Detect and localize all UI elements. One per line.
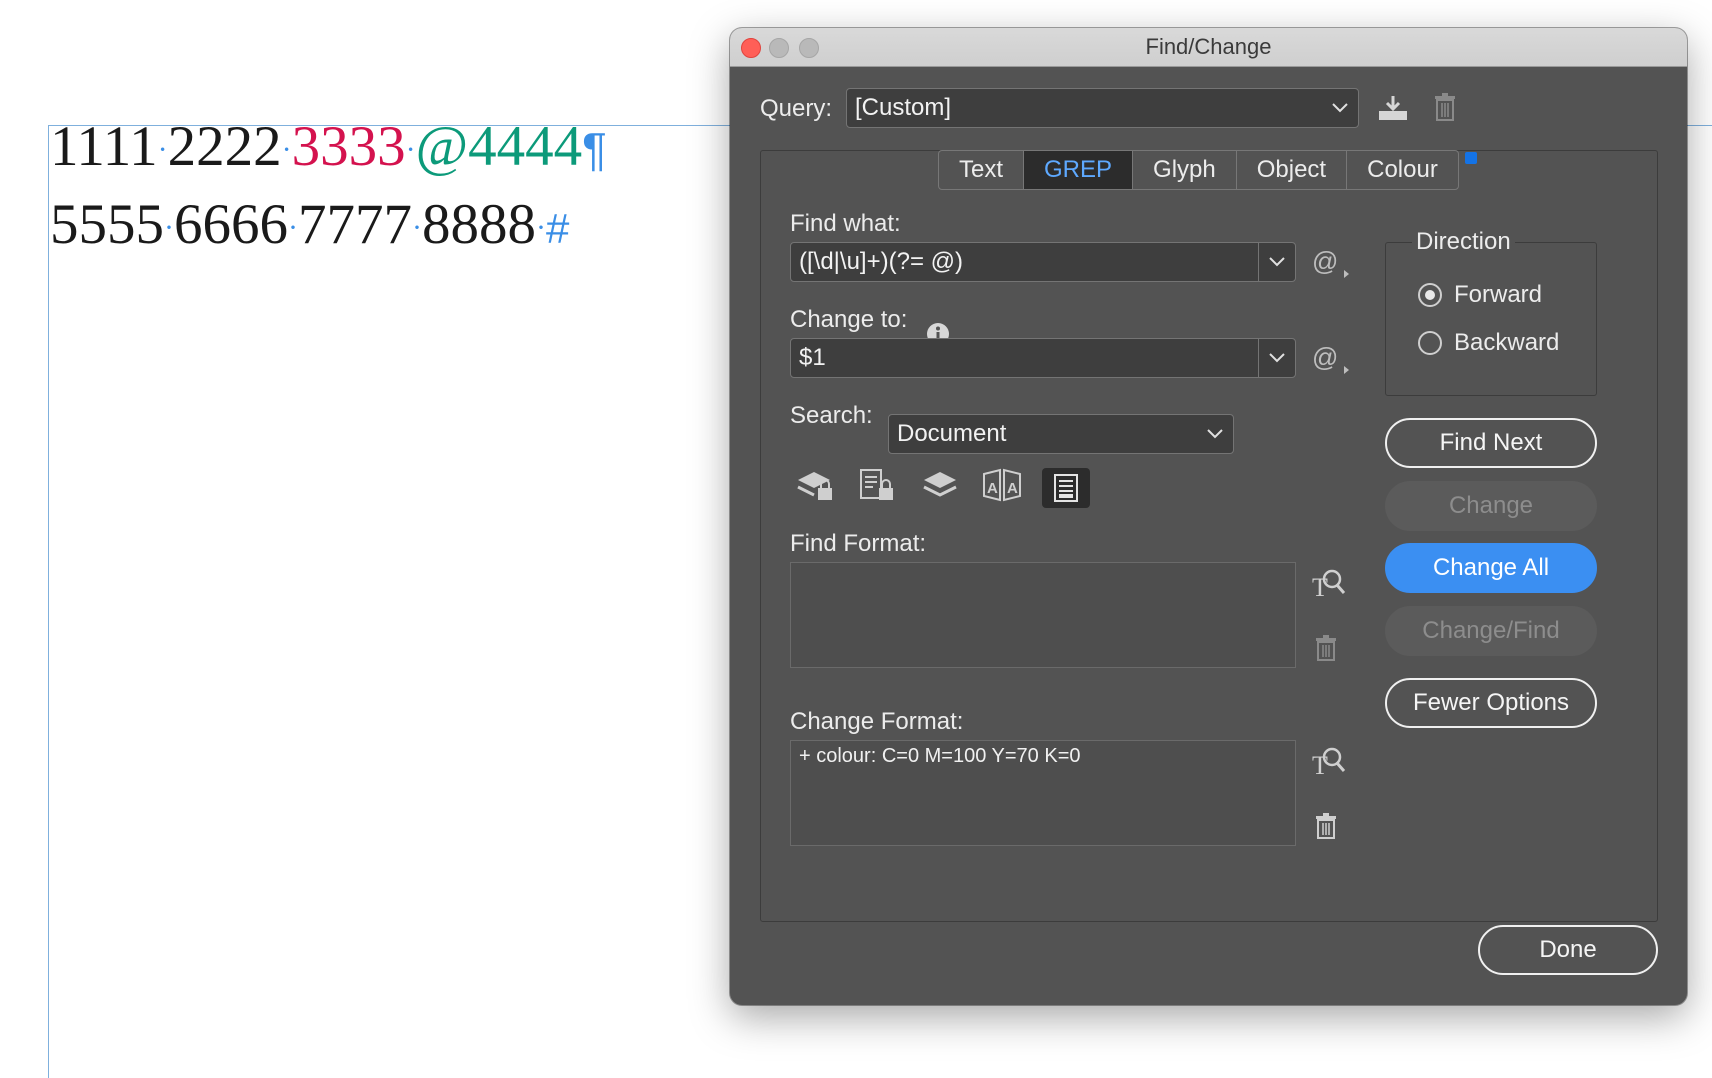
find-next-button[interactable]: Find Next [1385,418,1597,468]
backward-label[interactable]: Backward [1454,329,1559,357]
svg-text:@: @ [1312,342,1338,372]
title-bar[interactable]: Find/Change [730,28,1687,67]
document-text-line-2[interactable]: 5555·6666·7777·8888·# [50,196,569,253]
include-locked-layers-icon[interactable] [796,468,836,511]
direction-group [1385,242,1597,396]
text-run: 7777 [298,193,412,256]
save-query-icon[interactable] [1377,94,1409,129]
space-marker: · [536,211,546,244]
special-characters-change-icon[interactable]: @ [1312,342,1352,381]
include-locked-stories-icon[interactable] [858,468,898,511]
text-run: 3333 [291,115,406,178]
pilcrow-marker: ¶ [582,123,607,175]
change-format-label: Change Format: [790,708,964,735]
space-marker: · [412,211,422,244]
include-hidden-layers-icon[interactable] [920,468,960,511]
find-what-value: ([\d|\u]+)(?= @) [799,248,963,275]
direction-label: Direction [1412,228,1515,256]
chevron-down-icon [1269,353,1285,363]
tab-text[interactable]: Text [939,151,1025,189]
search-scope-value: Document [897,420,1007,447]
query-select[interactable]: [Custom] [846,88,1359,128]
space-marker: · [164,211,174,244]
space-marker: · [281,133,292,166]
text-run: 8888 [422,193,536,256]
change-to-value: $1 [799,344,826,371]
find-what-history-dropdown[interactable] [1258,243,1295,281]
tab-object[interactable]: Object [1237,151,1348,189]
include-footnotes-icon[interactable] [1042,468,1090,508]
svg-text:@: @ [1312,246,1338,276]
colour-swatch-indicator [1465,152,1477,164]
change-button[interactable]: Change [1385,481,1597,531]
specify-find-format-icon[interactable]: T [1310,566,1346,607]
clear-change-format-icon[interactable] [1315,812,1337,847]
text-run: 5555 [50,193,164,256]
query-value: [Custom] [855,94,952,121]
tab-colour[interactable]: Colour [1347,151,1458,189]
svg-text:T: T [1312,573,1328,600]
forward-radio[interactable] [1418,283,1442,307]
find-format-box[interactable] [790,562,1296,668]
change-to-input[interactable]: $1 [790,338,1296,378]
chevron-down-icon [1322,89,1358,127]
search-scope-select[interactable]: Document [888,414,1234,454]
space-marker: · [288,211,298,244]
change-format-box[interactable]: + colour: C=0 M=100 Y=70 K=0 [790,740,1296,846]
change-find-button[interactable]: Change/Find [1385,606,1597,656]
chevron-down-icon [1269,257,1285,267]
chevron-down-icon [1197,415,1233,453]
query-label: Query: [760,95,833,122]
forward-label[interactable]: Forward [1454,281,1542,309]
find-format-label: Find Format: [790,530,927,557]
search-type-tabs: Text GREP Glyph Object Colour [938,150,1459,190]
backward-radio[interactable] [1418,331,1442,355]
change-all-button[interactable]: Change All [1385,543,1597,593]
text-run: @4444 [415,115,583,178]
tab-grep[interactable]: GREP [1024,151,1134,189]
page-margin-vertical [48,125,49,1078]
space-marker: · [157,133,168,166]
clear-find-format-icon[interactable] [1315,634,1337,669]
text-run: 6666 [174,193,288,256]
delete-query-icon[interactable] [1434,92,1456,129]
special-characters-find-icon[interactable]: @ [1312,246,1352,285]
change-to-label: Change to: [790,306,908,333]
end-of-story-marker: # [546,205,570,252]
svg-text:A: A [1007,480,1018,497]
fewer-options-button[interactable]: Fewer Options [1385,678,1597,728]
find-what-label: Find what: [790,210,901,237]
change-to-history-dropdown[interactable] [1258,339,1295,377]
svg-text:A: A [987,480,998,497]
space-marker: · [405,133,416,166]
svg-text:T: T [1312,751,1328,778]
text-run: 1111 [50,115,158,178]
document-text-line-1[interactable]: 1111·2222·3333·@4444¶ [50,118,607,175]
find-what-input[interactable]: ([\d|\u]+)(?= @) [790,242,1296,282]
specify-change-format-icon[interactable]: T [1310,744,1346,785]
search-label: Search: [790,402,873,429]
dialog-title: Find/Change [1145,34,1272,59]
text-run: 2222 [167,115,282,178]
done-button[interactable]: Done [1478,925,1658,975]
include-master-pages-icon[interactable]: A A [982,468,1022,511]
find-change-dialog: Find/Change Query: [Custom] Text GREP Gl… [730,28,1687,1005]
tab-glyph[interactable]: Glyph [1133,151,1237,189]
